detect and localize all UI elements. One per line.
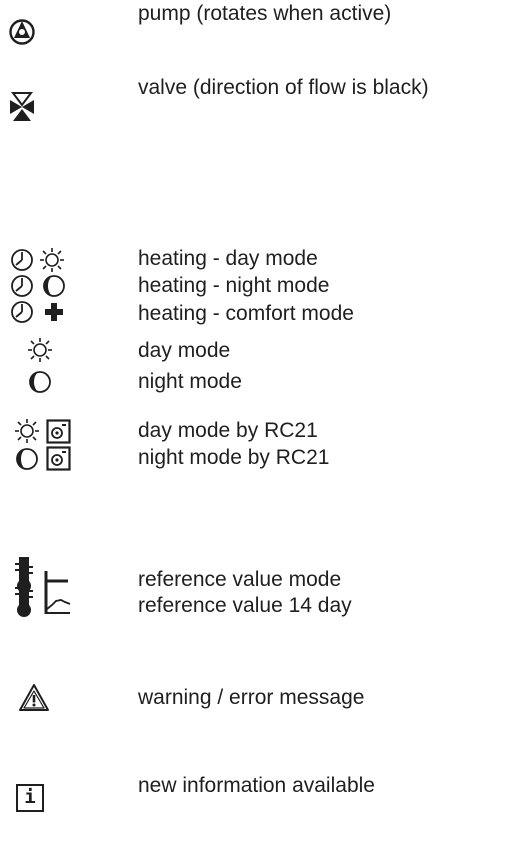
legend-new-information: new information available [138,774,375,797]
sun-icon [28,338,52,362]
legend-pump: pump (rotates when active) [138,2,392,25]
rc21-remote-icon [46,419,71,444]
sun-icon [15,419,39,443]
clock-icon [11,301,33,323]
legend-reference-value-14-day: reference value 14 day [138,594,352,617]
legend-reference-value-mode: reference value mode [138,568,342,591]
info-icon: i [16,784,44,812]
legend-night-mode: night mode [138,370,242,393]
legend-night-mode-rc21: night mode by RC21 [138,446,330,469]
warning-icon [19,684,49,711]
legend-day-mode-rc21: day mode by RC21 [138,419,318,442]
legend-warning-error: warning / error message [138,686,365,709]
legend-valve: valve (direction of flow is black) [138,76,429,99]
pump-icon [9,19,35,45]
moon-icon [43,275,65,297]
sun-icon [40,248,64,272]
clock-icon [11,275,33,297]
rc21-remote-icon [46,446,71,471]
info-icon-glyph: i [24,786,36,808]
moon-icon [16,448,38,470]
curve-reference-icon [44,591,71,614]
clock-icon [11,249,33,271]
thermometer-icon [15,581,33,617]
plus-icon [45,303,63,321]
legend-heating-night: heating - night mode [138,274,330,297]
legend-day-mode: day mode [138,339,231,362]
moon-icon [29,371,51,393]
legend-heating-comfort: heating - comfort mode [138,302,354,325]
legend-heating-day: heating - day mode [138,247,318,270]
valve-icon [10,92,34,121]
constant-reference-icon [44,571,68,591]
